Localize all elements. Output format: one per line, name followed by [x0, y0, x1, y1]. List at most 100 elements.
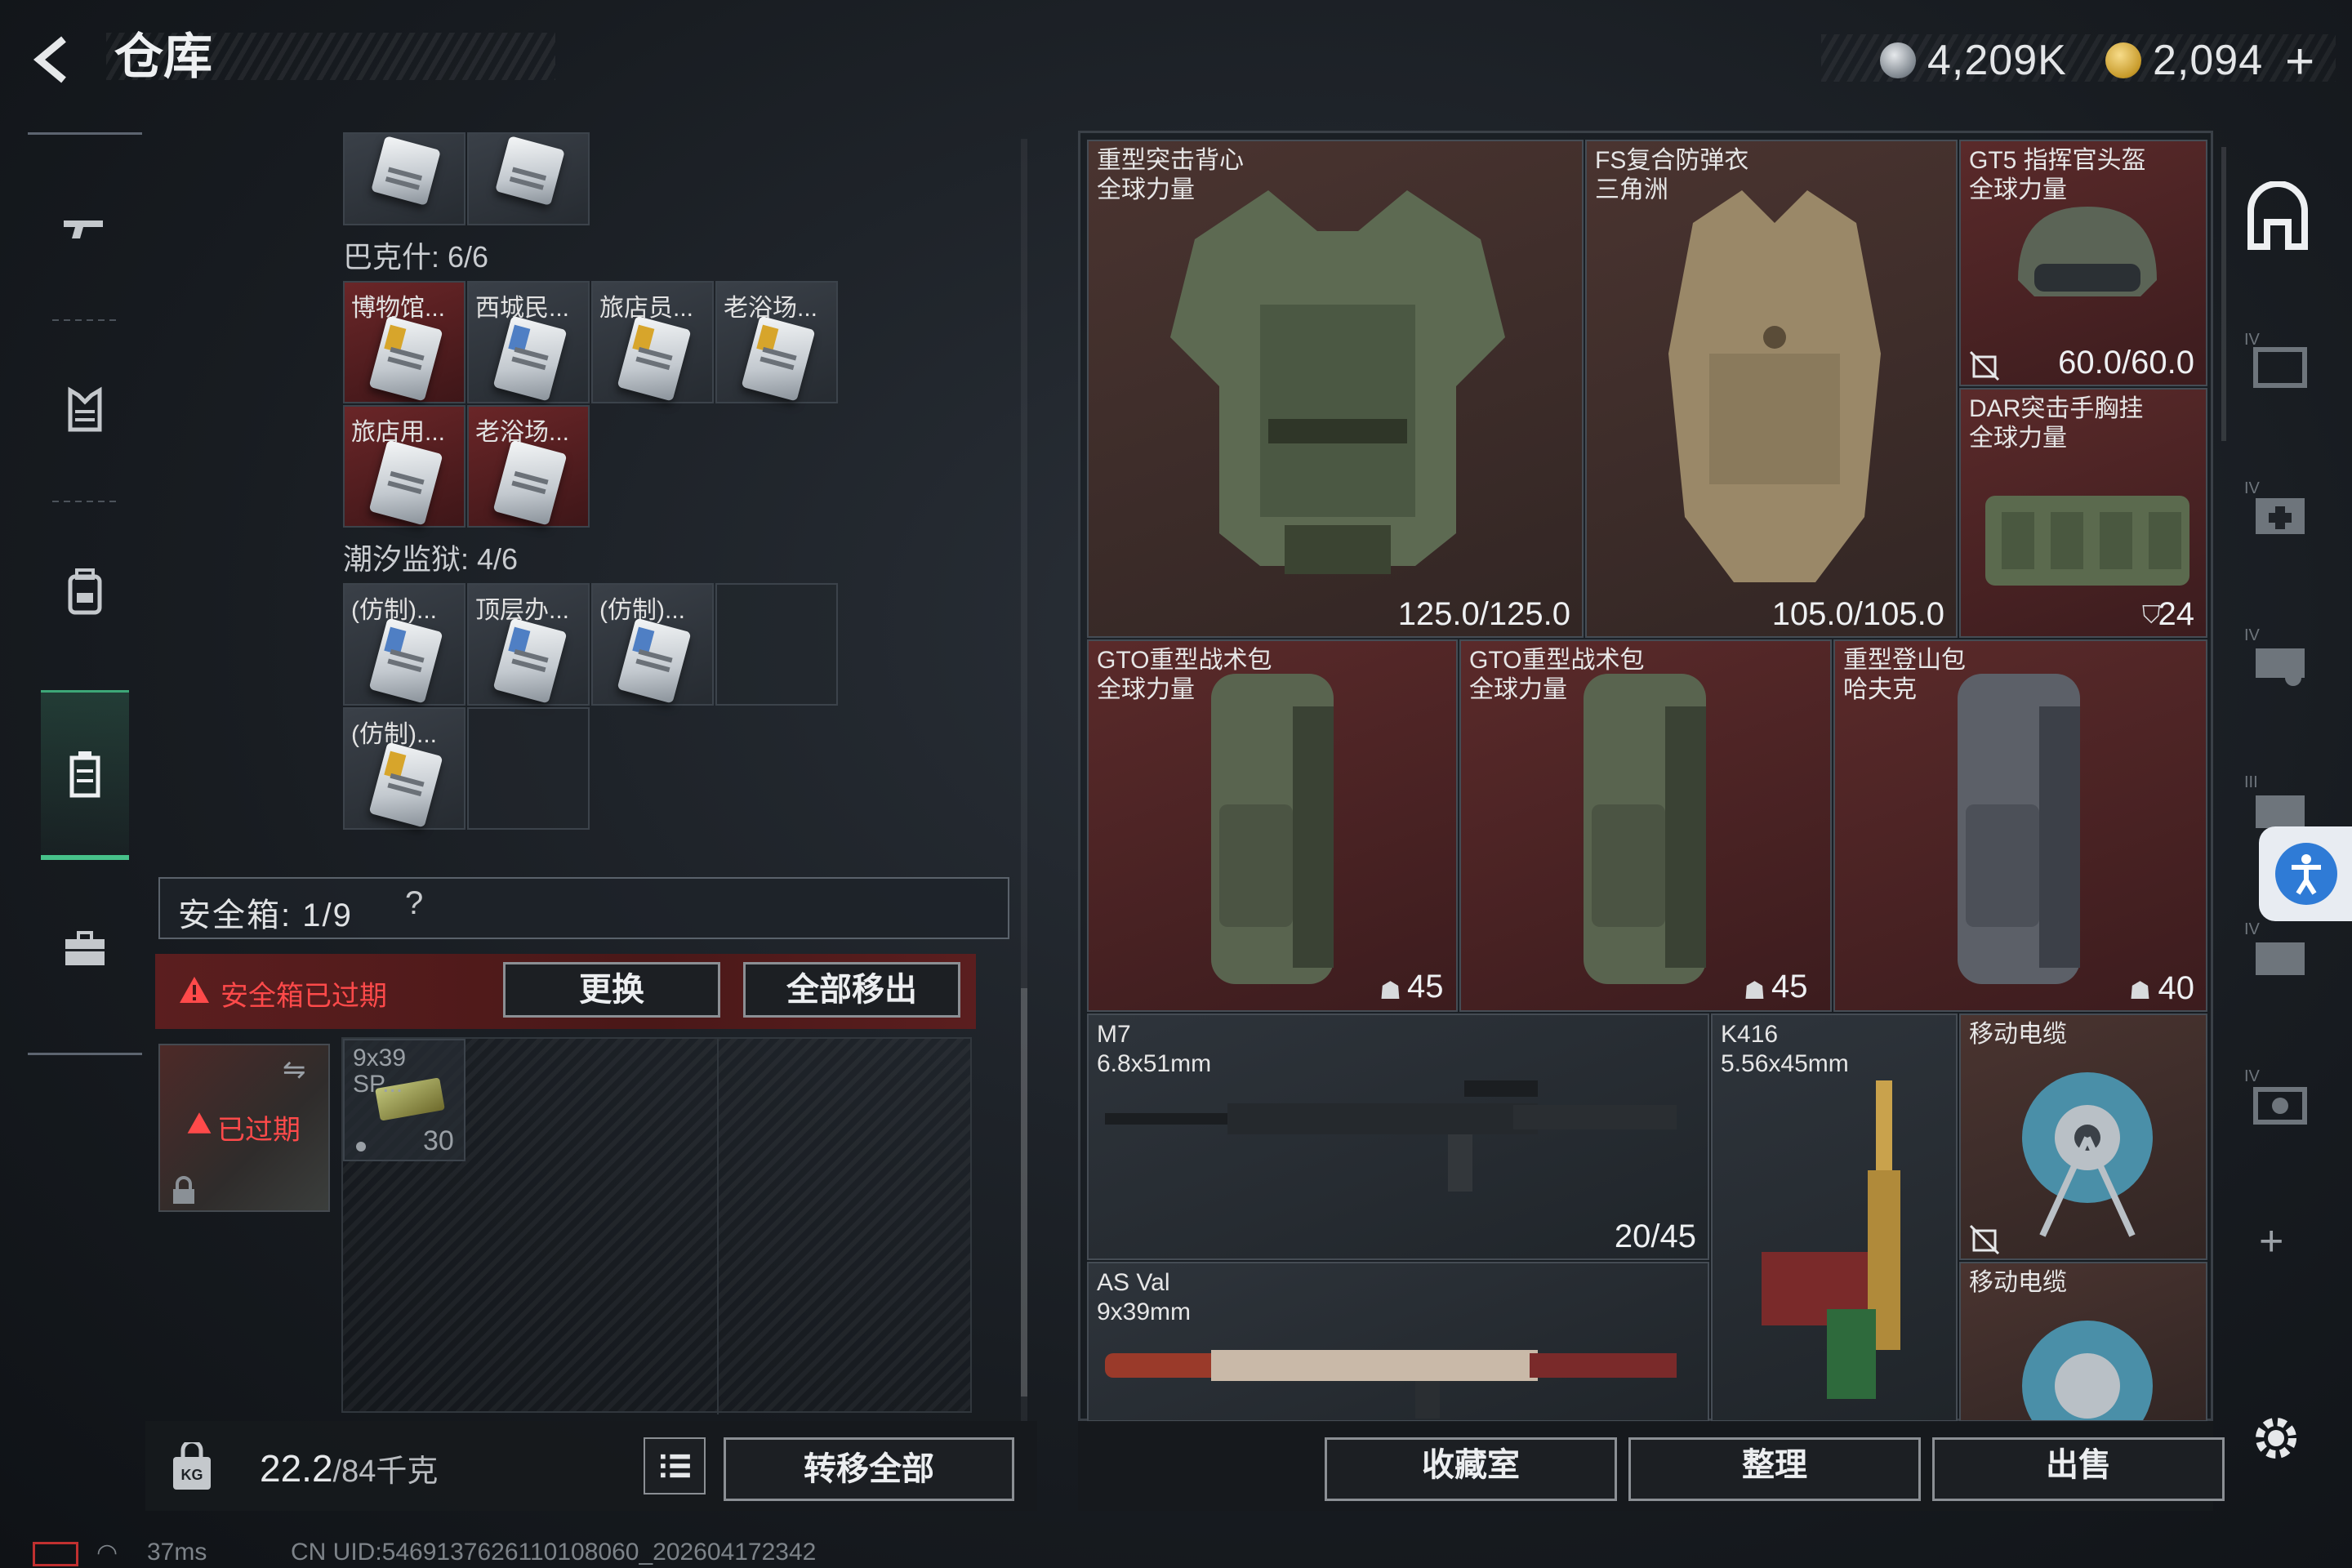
keycard-icon — [371, 136, 441, 206]
nav-backpack[interactable] — [41, 530, 129, 653]
safe-box-header: 安全箱: 1/9 ? — [158, 877, 1009, 939]
header: 仓库 4,209K 2,094 + — [0, 0, 2352, 122]
ammo-dot — [356, 1142, 366, 1152]
tier4-folder-icon[interactable]: IV — [2243, 325, 2313, 395]
svg-text:IV: IV — [2244, 1067, 2261, 1085]
item-label: (仿制)... — [599, 597, 685, 624]
safe-box-thumbnail[interactable]: ⇋ 已过期 — [158, 1044, 330, 1212]
briefcase-icon — [65, 931, 105, 965]
backpack-icon — [68, 568, 102, 615]
item-gto-tactical-bag[interactable]: GTO重型战术包 全球力量 ☗ 45 — [1087, 639, 1458, 1012]
group-label-bakesh: 巴克什: 6/6 — [343, 240, 489, 274]
item-name: 移动电缆 — [1969, 1021, 2067, 1048]
user-uid: CN UID:5469137626110108060_202604172342 — [291, 1539, 817, 1566]
chest-rig-image — [1985, 496, 2189, 586]
tier4-camera-icon[interactable]: IV — [2243, 1062, 2313, 1132]
silver-coin-icon — [1880, 42, 1916, 78]
item-label: 老浴场... — [724, 295, 818, 322]
item-mobile-cable[interactable]: 移动电缆 — [1959, 1013, 2207, 1260]
capacity: 24 — [2158, 596, 2195, 632]
gold-coin-icon — [2105, 42, 2141, 78]
item-cell[interactable] — [343, 132, 466, 225]
item-cell[interactable]: 西城民... — [467, 281, 590, 403]
item-dar-chest-rig[interactable]: DAR突击手胸挂 全球力量 ⛉ 24 — [1959, 388, 2207, 638]
list-view-button[interactable] — [644, 1437, 706, 1494]
home-icon[interactable] — [2243, 181, 2313, 252]
durability: 60.0/60.0 — [2058, 345, 2194, 381]
collection-room-button[interactable]: 收藏室 — [1325, 1437, 1617, 1501]
list-icon — [661, 1454, 690, 1478]
item-cell[interactable]: (仿制)... — [343, 707, 466, 830]
backpack-image — [1584, 674, 1706, 984]
bag-mini-icon: ☗ — [2129, 978, 2151, 1004]
item-label: (仿制)... — [351, 721, 437, 748]
accessibility-icon — [2275, 843, 2337, 905]
accessibility-button[interactable] — [2259, 826, 2352, 921]
expired-notice-bar: 安全箱已过期 更换 全部移出 — [155, 954, 976, 1029]
scrollbar-thumb[interactable] — [1021, 988, 1027, 1396]
item-mobile-cable[interactable]: 移动电缆 — [1959, 1262, 2207, 1422]
empty-cell[interactable] — [467, 707, 590, 830]
item-m7-rifle[interactable]: M7 6.8x51mm 20/45 — [1087, 1013, 1709, 1260]
ammo-count: 30 — [423, 1125, 454, 1156]
item-cell[interactable]: 老浴场... — [467, 405, 590, 528]
empty-cell[interactable] — [715, 583, 838, 706]
remove-all-button[interactable]: 全部移出 — [743, 962, 960, 1018]
back-arrow-icon — [33, 36, 66, 83]
item-k416-rifle[interactable]: K416 5.56x45mm — [1711, 1013, 1958, 1422]
svg-text:III: III — [2244, 773, 2258, 791]
replace-button[interactable]: 更换 — [503, 962, 720, 1018]
item-heavy-assault-vest[interactable]: 重型突击背心 全球力量 125.0/125.0 — [1087, 140, 1584, 638]
add-tool-button[interactable]: + — [2259, 1217, 2283, 1266]
item-as-val-rifle[interactable]: AS Val 9x39mm — [1087, 1262, 1709, 1422]
item-fs-composite-armor[interactable]: FS复合防弹衣 三角洲 105.0/105.0 — [1585, 140, 1958, 638]
safe-box-label: 安全箱: 1/9 — [178, 898, 353, 933]
item-cell[interactable]: 旅店用... — [343, 405, 466, 528]
sort-button[interactable]: 整理 — [1628, 1437, 1921, 1501]
keycard-icon — [617, 315, 692, 402]
back-button[interactable] — [24, 31, 82, 88]
sell-button[interactable]: 出售 — [1932, 1437, 2225, 1501]
lock-icon — [173, 1176, 194, 1204]
nav-weapons[interactable] — [41, 167, 129, 290]
item-cell[interactable] — [467, 132, 590, 225]
item-cell[interactable]: 顶层办... — [467, 583, 590, 706]
ammo-item[interactable]: 9x39 SP... 30 — [343, 1039, 466, 1161]
vest-icon — [68, 386, 102, 432]
item-gto-tactical-bag[interactable]: GTO重型战术包 全球力量 ☗ 45 — [1459, 639, 1832, 1012]
helmet-image — [2018, 207, 2157, 296]
keycard-icon — [492, 617, 568, 704]
help-icon[interactable]: ? — [405, 885, 423, 922]
item-label: 顶层办... — [475, 597, 570, 624]
nav-armor[interactable] — [41, 349, 129, 471]
durability: 105.0/105.0 — [1771, 596, 1944, 632]
backpack-scrollbar[interactable] — [1021, 139, 1027, 1421]
thumb-expired-label: 已过期 — [217, 1115, 301, 1146]
tier4-ammo-icon[interactable]: IV — [2243, 621, 2313, 691]
item-cell[interactable]: 博物馆... — [343, 281, 466, 403]
item-cell[interactable]: 旅店员... — [591, 281, 714, 403]
nav-locker[interactable] — [41, 690, 129, 860]
rifle-image — [1762, 1080, 1900, 1399]
keycard-icon — [617, 617, 692, 704]
tier4-case-plus-icon[interactable]: IV — [2243, 915, 2313, 985]
nav-briefcase[interactable] — [41, 888, 129, 1010]
nav-divider — [52, 501, 118, 502]
settings-gear-icon[interactable] — [2247, 1410, 2305, 1467]
safe-box-grid: 9x39 SP... 30 — [341, 1037, 972, 1414]
item-label: 旅店员... — [599, 295, 694, 322]
item-cell[interactable]: 老浴场... — [715, 281, 838, 403]
item-cell[interactable]: (仿制)... — [343, 583, 466, 706]
transfer-all-button[interactable]: 转移全部 — [724, 1437, 1014, 1501]
tier4-medkit-icon[interactable]: IV — [2243, 474, 2313, 544]
add-currency-button[interactable]: + — [2285, 33, 2314, 91]
rifle-image — [1105, 1350, 1677, 1419]
item-label: 旅店用... — [351, 419, 446, 446]
bag-mini-icon: ☗ — [1379, 978, 1401, 1004]
ammo-label: 9x39 SP... — [353, 1045, 407, 1098]
item-heavy-climbing-pack[interactable]: 重型登山包 哈夫克 ☗ 40 — [1833, 639, 2207, 1012]
svg-text:IV: IV — [2244, 479, 2261, 497]
keycard-icon — [368, 315, 443, 402]
item-gt5-commander-helmet[interactable]: GT5 指挥官头盔 全球力量 60.0/60.0 — [1959, 140, 2207, 386]
item-cell[interactable]: (仿制)... — [591, 583, 714, 706]
